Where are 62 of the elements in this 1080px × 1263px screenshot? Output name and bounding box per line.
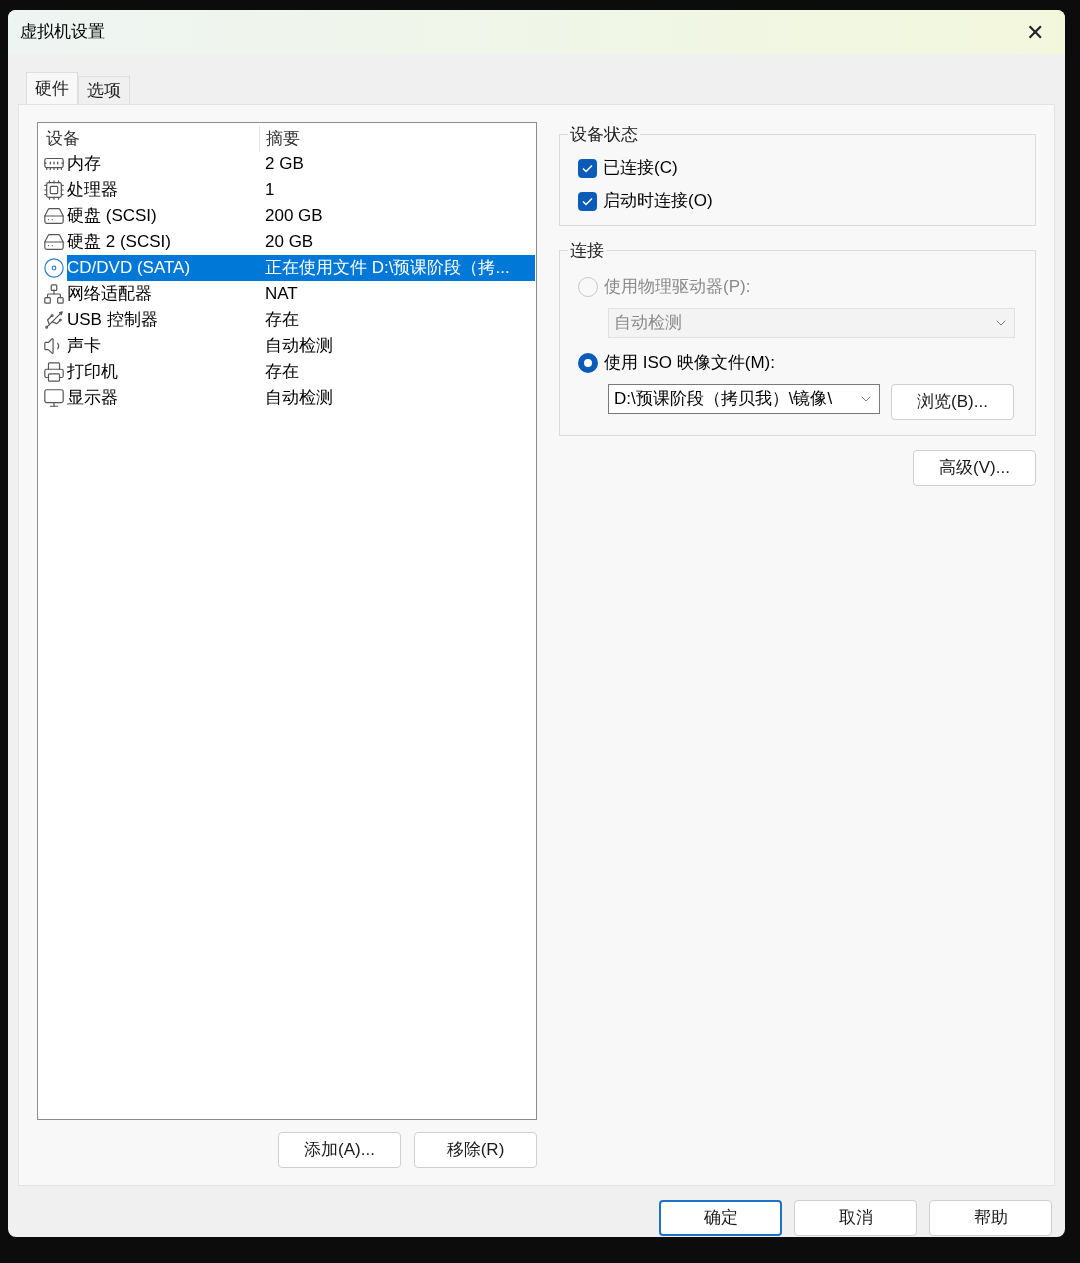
device-summary: 自动检测 xyxy=(265,335,333,358)
group-title: 设备状态 xyxy=(569,124,639,146)
device-summary: 1 xyxy=(265,179,275,202)
column-header: 设备 xyxy=(38,126,260,152)
radio-button[interactable] xyxy=(578,352,598,373)
dropdown-value: 自动检测 xyxy=(614,311,682,334)
hard-drive-icon xyxy=(43,231,65,253)
checkbox-label: 已连接(C) xyxy=(603,157,678,180)
device-name: 声卡 xyxy=(67,335,102,358)
device-summary: 20 GB xyxy=(265,231,314,254)
device-row[interactable]: 硬盘 (SCSI) 200 GB xyxy=(38,203,536,229)
device-row[interactable]: 声卡 自动检测 xyxy=(38,333,536,359)
path-dropdown[interactable]: D:\预课阶段（拷贝我）\镜像\ xyxy=(608,383,880,414)
device-summary: 2 GB xyxy=(265,153,304,176)
device-summary: 存在 xyxy=(265,309,299,332)
checkbox[interactable] xyxy=(578,191,597,211)
network-icon xyxy=(43,283,65,305)
device-name: 打印机 xyxy=(67,361,119,384)
group-title: 连接 xyxy=(569,240,605,262)
device-row[interactable]: USB 控制器 存在 xyxy=(38,307,536,333)
device-name: USB 控制器 xyxy=(67,309,159,332)
device-name: 内存 xyxy=(67,153,102,176)
device-summary: 200 GB xyxy=(265,205,323,228)
advanced-button[interactable]: 高级(V)... xyxy=(913,450,1036,486)
cpu-icon xyxy=(43,179,65,201)
printer-icon xyxy=(43,361,65,383)
remove-button[interactable]: 移除(R) xyxy=(414,1132,537,1168)
browse-button[interactable]: 浏览(B)... xyxy=(891,383,1014,420)
help-button[interactable]: 帮助 xyxy=(929,1200,1052,1236)
disc-icon xyxy=(43,257,65,279)
device-row[interactable]: 处理器 1 xyxy=(38,177,536,203)
close-button[interactable]: ✕ xyxy=(1015,16,1055,48)
column-header: 摘要 xyxy=(265,128,300,151)
device-row[interactable]: 打印机 存在 xyxy=(38,359,536,385)
device-row[interactable]: 网络适配器 NAT xyxy=(38,281,536,307)
dropdown-value: D:\预课阶段（拷贝我）\镜像\ xyxy=(614,387,833,410)
device-name: 硬盘 (SCSI) xyxy=(67,205,158,228)
device-summary: 正在使用文件 D:\预课阶段（拷... xyxy=(265,257,510,280)
checkbox-label: 启动时连接(O) xyxy=(603,190,713,213)
device-name: 显示器 xyxy=(67,387,119,410)
add-button[interactable]: 添加(A)... xyxy=(278,1132,401,1168)
tab[interactable]: 选项 xyxy=(78,76,130,104)
radio-label: 使用物理驱动器(P): xyxy=(604,275,751,298)
checkbox[interactable] xyxy=(578,158,597,178)
device-row[interactable]: 显示器 自动检测 xyxy=(38,385,536,411)
monitor-icon xyxy=(43,387,65,409)
device-name: CD/DVD (SATA) xyxy=(67,257,192,280)
ok-button[interactable]: 确定 xyxy=(659,1200,782,1236)
hard-drive-icon xyxy=(43,205,65,227)
device-name: 硬盘 2 (SCSI) xyxy=(67,231,172,254)
device-summary: 存在 xyxy=(265,361,299,384)
device-name: 网络适配器 xyxy=(67,283,153,306)
window-title: 虚拟机设置 xyxy=(20,21,105,44)
device-row[interactable]: 内存 2 GB xyxy=(38,151,536,177)
device-summary: NAT xyxy=(265,283,298,306)
radio-label: 使用 ISO 映像文件(M): xyxy=(604,351,775,374)
device-name: 处理器 xyxy=(67,179,119,202)
tab[interactable]: 硬件 xyxy=(26,72,78,104)
device-row[interactable]: 硬盘 2 (SCSI) 20 GB xyxy=(38,229,536,255)
device-summary: 自动检测 xyxy=(265,387,333,410)
cancel-button[interactable]: 取消 xyxy=(794,1200,917,1236)
usb-icon xyxy=(43,309,65,331)
